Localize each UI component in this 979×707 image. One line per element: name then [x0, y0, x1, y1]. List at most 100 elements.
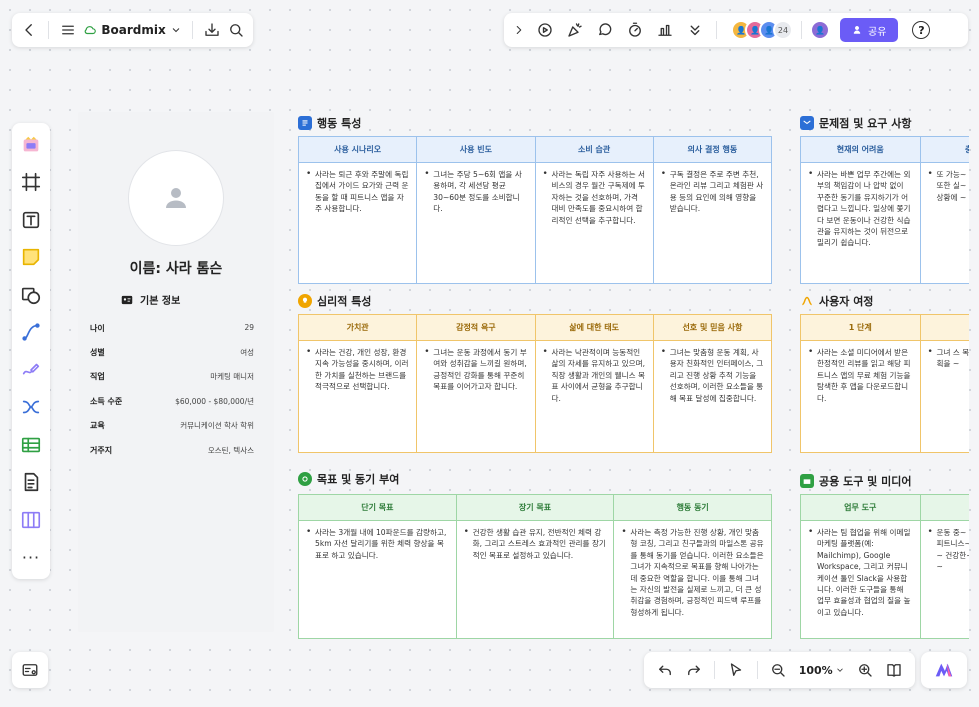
ai-logo-icon [935, 663, 953, 677]
cell-text: 그녀는 주당 5~6회 앱을 사용하며, 각 세션당 평균 30~60분 정도를… [417, 163, 534, 221]
basic-info-heading: 기본 정보 [120, 292, 180, 307]
table-column: 장기 목표건강한 생활 습관 유지, 전반적인 체력 강화, 그리고 스트레스 … [456, 495, 615, 638]
zoom-level-dropdown[interactable]: 100% [795, 664, 849, 677]
select-cursor-icon[interactable] [723, 657, 748, 683]
ai-assistant-button[interactable] [921, 652, 967, 688]
table-icon[interactable] [16, 429, 46, 461]
sticky-note-icon[interactable] [16, 242, 46, 274]
info-value: 마케팅 매니저 [210, 372, 254, 381]
table-column: Lifes운동 중~ Spotify에는 My~ 피트니스~ 위해서는~ 선호하… [920, 495, 969, 638]
column-header: 2 [920, 315, 969, 341]
info-value: 커뮤니케이션 학사 학위 [180, 421, 254, 430]
section-title-problems: 문제점 및 요구 사항 [800, 115, 911, 131]
back-icon[interactable] [20, 17, 38, 43]
table-column: 사용 시나리오사라는 퇴근 후와 주말에 독립 집에서 가이드 요가와 근력 운… [299, 137, 418, 283]
chevron-down-icon [836, 668, 843, 672]
share-button[interactable]: 공유 [840, 18, 899, 42]
document-icon[interactable] [16, 467, 46, 499]
mail-icon [800, 116, 814, 130]
table-column: 단기 목표사라는 3개월 내에 10파운드를 감량하고, 5km 자선 달리기를… [299, 495, 457, 638]
book-icon[interactable] [882, 657, 907, 683]
cell-text: 사라는 낙관적이며 능동적인 삶의 자세를 유지하고 있으며, 직장 생활과 개… [536, 341, 653, 410]
shapes-icon[interactable] [16, 279, 46, 311]
basic-info-label: 기본 정보 [140, 296, 181, 307]
column-header: 행동 동기 [614, 495, 771, 521]
vote-icon[interactable] [652, 17, 678, 43]
psych-table[interactable]: 가치관사라는 건강, 개인 성장, 환경 지속 가능성을 중시하며, 이러한 가… [298, 314, 772, 453]
celebrate-icon[interactable] [562, 17, 588, 43]
tools-clip: 업무 도구사라는 팀 협업을 위해 이메일 마케팅 플랫폼(예: Mailchi… [800, 494, 969, 639]
cell-text: 그녀는 운동 과정에서 동기 부여와 성취감을 느끼길 원하며, 긍정적인 강화… [417, 341, 534, 399]
help-icon[interactable]: ? [912, 21, 931, 39]
info-key: 교육 [90, 421, 105, 430]
collapse-toolbar-icon[interactable] [510, 17, 528, 43]
column-header: 충족되지 [920, 137, 969, 163]
section-title-journey: 사용자 여정 [800, 293, 873, 309]
column-header: 선호 및 믿음 사항 [653, 315, 771, 341]
timer-icon[interactable] [622, 17, 648, 43]
info-key: 소득 수준 [90, 397, 123, 406]
journey-table[interactable]: 1 단계사라는 소셜 미디어에서 받은 한정적인 리뷰를 읽고 해당 피트니스 … [800, 314, 969, 453]
chevron-down-icon [172, 28, 180, 33]
section-title: 문제점 및 요구 사항 [819, 117, 912, 130]
more-tools-icon[interactable]: ··· [16, 542, 46, 574]
import-icon[interactable] [202, 17, 220, 43]
text-icon[interactable] [16, 204, 46, 236]
board-title-dropdown[interactable]: Boardmix [83, 23, 181, 37]
table-column: 1 단계사라는 소셜 미디어에서 받은 한정적인 리뷰를 읽고 해당 피트니스 … [801, 315, 921, 452]
column-header: 감정적 욕구 [417, 315, 535, 341]
info-value: 오스틴, 텍사스 [207, 446, 254, 455]
frame-icon[interactable] [16, 167, 46, 199]
info-row: 소득 수준 $60,000 - $80,000/년 [90, 396, 254, 407]
zoom-out-icon[interactable] [766, 657, 791, 683]
templates-icon[interactable] [16, 129, 46, 161]
user-placeholder-icon [166, 188, 186, 208]
cell-text: 그녀는 맞춤형 운동 계획, 사용자 친화적인 인터페이스, 그리고 진행 상황… [654, 341, 771, 410]
connector-line-icon[interactable] [16, 317, 46, 349]
problems-table[interactable]: 현재의 어려움사라는 바쁜 업무 주간에는 외부의 책임감이 나 압박 없이 꾸… [800, 136, 969, 284]
collaborator-count: 24 [773, 20, 793, 40]
cell-text: 사라는 바쁜 업무 주간에는 외부의 책임감이 나 압박 없이 꾸준한 동기를 … [801, 163, 920, 255]
collaborator-avatars[interactable]: 👤 👤 👤 24 [731, 20, 793, 40]
cell-text: 사라는 건강, 개인 성장, 환경 지속 가능성을 중시하며, 이러한 가치를 … [299, 341, 416, 399]
bottom-left-toolbar [12, 652, 48, 688]
divider [716, 21, 717, 39]
section-title: 공용 도구 및 미디어 [819, 475, 912, 488]
app-name: Boardmix [101, 23, 166, 37]
search-icon[interactable] [227, 17, 245, 43]
cell-text: 사라는 팀 협업을 위해 이메일 마케팅 플랫폼(예: Mailchimp), … [801, 521, 920, 624]
comment-icon[interactable] [592, 17, 618, 43]
redo-icon[interactable] [681, 657, 706, 683]
cell-text: 사라는 독립 자주 사용하는 서비스의 경우 월간 구독제에 투자하는 것을 선… [536, 163, 653, 232]
column-header: 소비 습관 [535, 137, 653, 163]
info-key: 성별 [90, 348, 105, 357]
minimap-icon[interactable] [17, 657, 43, 683]
kanban-icon[interactable] [16, 504, 46, 536]
zoom-in-icon[interactable] [853, 657, 878, 683]
document-icon [298, 116, 312, 130]
behavior-table[interactable]: 사용 시나리오사라는 퇴근 후와 주말에 독립 집에서 가이드 요가와 근력 운… [298, 136, 772, 284]
table-column: 가치관사라는 건강, 개인 성장, 환경 지속 가능성을 중시하며, 이러한 가… [299, 315, 418, 452]
info-value: 여성 [240, 348, 254, 357]
undo-icon[interactable] [652, 657, 677, 683]
goals-table[interactable]: 단기 목표사라는 3개월 내에 10파운드를 감량하고, 5km 자선 달리기를… [298, 494, 772, 639]
tools-table[interactable]: 업무 도구사라는 팀 협업을 위해 이메일 마케팅 플랫폼(예: Mailchi… [800, 494, 969, 639]
menu-icon[interactable] [59, 17, 77, 43]
column-header: 업무 도구 [801, 495, 920, 521]
more-down-icon[interactable] [682, 17, 708, 43]
info-key: 직업 [90, 372, 105, 381]
mindmap-icon[interactable] [16, 392, 46, 424]
cloud-sync-icon [84, 26, 97, 35]
present-play-icon[interactable] [532, 17, 558, 43]
section-title-behavior: 행동 특성 [298, 115, 361, 131]
persona-card[interactable]: 이름: 사라 톰슨 기본 정보 나이 29 성별 여성 직업 마케팅 매니저 소득 수준 $6… [78, 112, 274, 632]
info-row: 교육 커뮤니케이션 학사 학위 [90, 420, 254, 431]
user-avatar[interactable]: 👤 [810, 20, 830, 40]
column-header: 삶에 대한 태도 [535, 315, 653, 341]
table-column: 충족되지또 가능~ 통합된 못했습니~ 또한 실~ 제공하는 욕 도움이 상황에… [920, 137, 969, 283]
problems-clip: 현재의 어려움사라는 바쁜 업무 주간에는 외부의 책임감이 나 압박 없이 꾸… [800, 136, 969, 284]
cell-text: 사라는 소셜 미디어에서 받은 한정적인 리뷰를 읽고 해당 피트니스 앱의 무… [801, 341, 920, 410]
info-value: $60,000 - $80,000/년 [175, 397, 254, 406]
section-title: 심리적 특성 [317, 295, 372, 308]
pen-icon[interactable] [16, 354, 46, 386]
